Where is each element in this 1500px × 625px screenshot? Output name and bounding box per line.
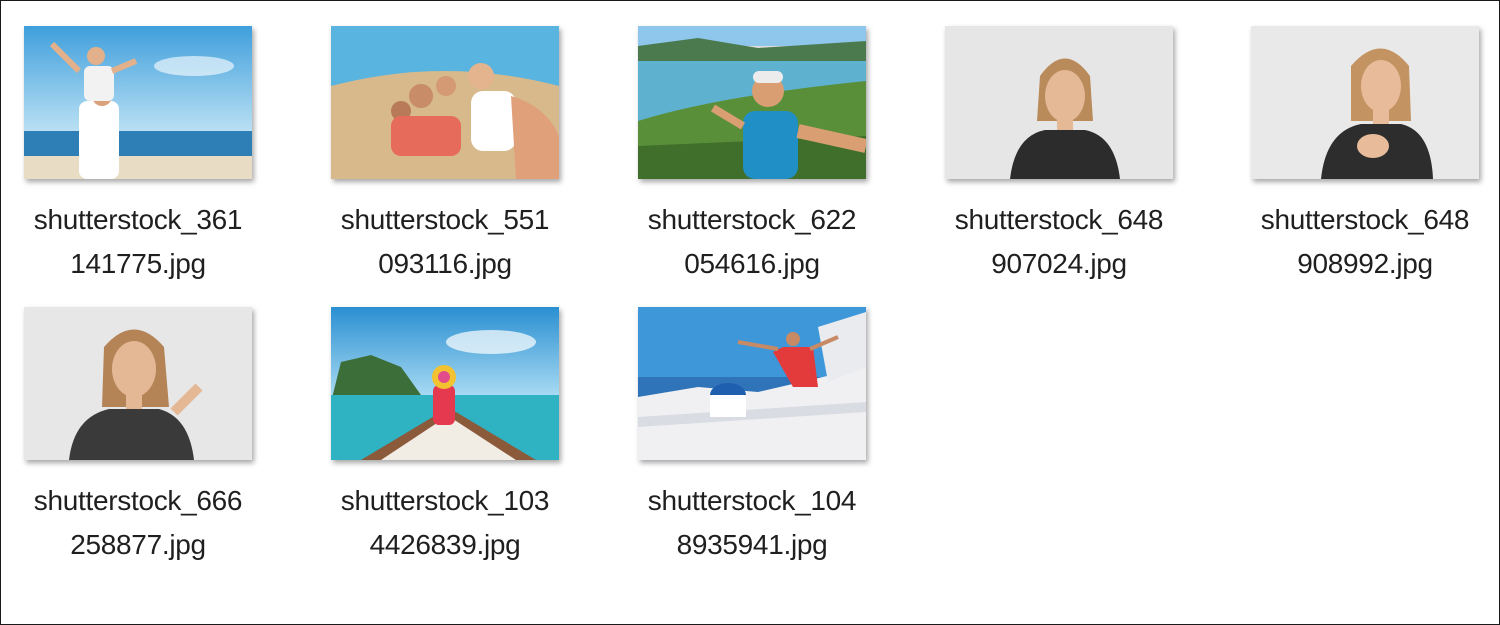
file-item[interactable]: shutterstock_103 4426839.jpg: [325, 307, 565, 572]
image-thumbnail[interactable]: [945, 26, 1173, 179]
file-name-line-1: shutterstock_104: [647, 485, 857, 516]
file-name[interactable]: shutterstock_104 8935941.jpg: [632, 479, 872, 567]
file-name-line-1: shutterstock_648: [954, 204, 1164, 235]
file-name-line-2: 054616.jpg: [684, 248, 820, 279]
file-name-line-2: 908992.jpg: [1297, 248, 1433, 279]
image-thumbnail[interactable]: [331, 307, 559, 460]
file-name-line-1: shutterstock_103: [340, 485, 550, 516]
file-name[interactable]: shutterstock_648 907024.jpg: [939, 198, 1179, 286]
file-name-line-2: 907024.jpg: [991, 248, 1127, 279]
file-name-line-1: shutterstock_648: [1260, 204, 1470, 235]
file-name-line-2: 258877.jpg: [70, 529, 206, 560]
file-name-line-1: shutterstock_622: [647, 204, 857, 235]
file-item[interactable]: shutterstock_104 8935941.jpg: [632, 307, 872, 572]
file-name-line-2: 093116.jpg: [378, 248, 512, 279]
file-name[interactable]: shutterstock_666 258877.jpg: [18, 479, 258, 567]
woman-portrait-photo: [1251, 26, 1479, 179]
file-name-line-1: shutterstock_361: [33, 204, 243, 235]
woman-portrait-photo: [945, 26, 1173, 179]
file-name[interactable]: shutterstock_551 093116.jpg: [325, 198, 565, 286]
file-item[interactable]: shutterstock_666 258877.jpg: [18, 307, 258, 572]
image-thumbnail[interactable]: [331, 26, 559, 179]
file-name-line-2: 8935941.jpg: [676, 529, 828, 560]
file-explorer-content: shutterstock_361 141775.jpg shutterstock…: [0, 0, 1500, 625]
image-thumbnail[interactable]: [638, 26, 866, 179]
santorini-woman-red-dress-photo: [638, 307, 866, 460]
beach-family-photo: [24, 26, 252, 179]
image-thumbnail[interactable]: [24, 307, 252, 460]
image-thumbnail[interactable]: [24, 26, 252, 179]
beach-selfie-group-photo: [331, 26, 559, 179]
file-name-line-1: shutterstock_551: [340, 204, 550, 235]
file-item[interactable]: shutterstock_551 093116.jpg: [325, 26, 565, 291]
file-name-line-2: 4426839.jpg: [369, 529, 521, 560]
image-thumbnail[interactable]: [638, 307, 866, 460]
file-name[interactable]: shutterstock_622 054616.jpg: [632, 198, 872, 286]
woman-winking-portrait-photo: [24, 307, 252, 460]
file-name[interactable]: shutterstock_361 141775.jpg: [18, 198, 258, 286]
file-item[interactable]: shutterstock_622 054616.jpg: [632, 26, 872, 291]
file-item[interactable]: shutterstock_648 907024.jpg: [939, 26, 1179, 291]
file-name[interactable]: shutterstock_648 908992.jpg: [1245, 198, 1485, 286]
boat-tropical-island-photo: [331, 307, 559, 460]
file-name-line-1: shutterstock_666: [33, 485, 243, 516]
image-thumbnail[interactable]: [1251, 26, 1479, 179]
file-name-line-2: 141775.jpg: [70, 248, 206, 279]
file-item[interactable]: shutterstock_361 141775.jpg: [18, 26, 258, 291]
coastal-selfie-photo: [638, 26, 866, 179]
file-name[interactable]: shutterstock_103 4426839.jpg: [325, 479, 565, 567]
file-item[interactable]: shutterstock_648 908992.jpg: [1245, 26, 1485, 291]
